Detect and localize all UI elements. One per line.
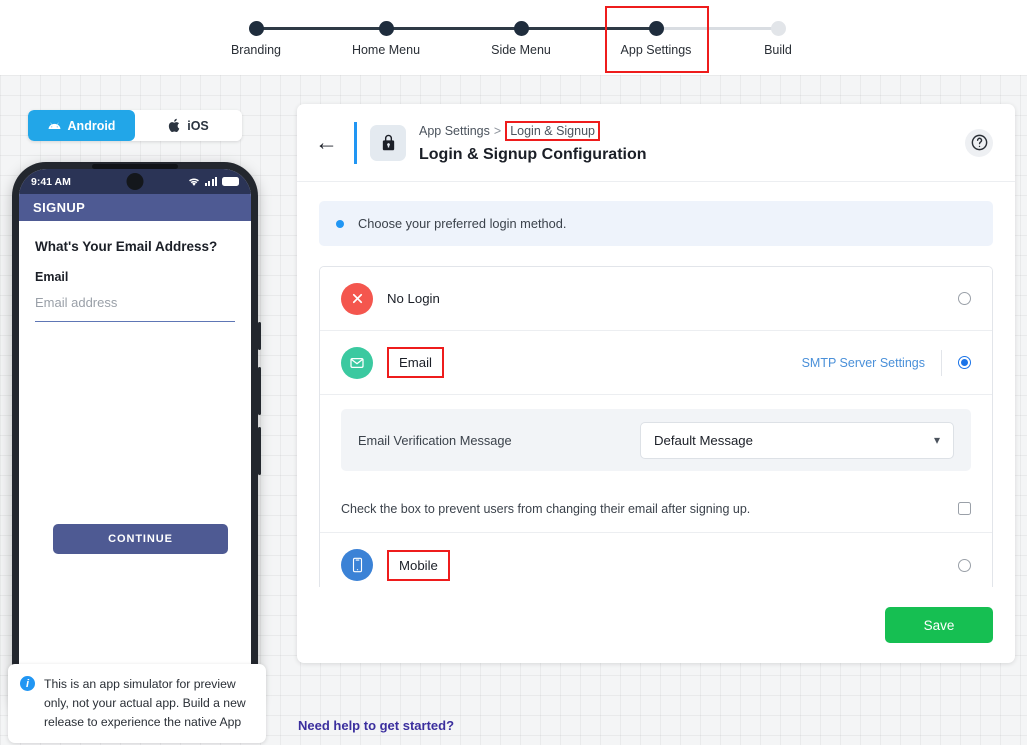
question-circle-icon: [971, 134, 987, 151]
simulator-notice: i This is an app simulator for preview o…: [8, 664, 266, 743]
header-accent-bar: [354, 121, 357, 164]
phone-camera-dot: [126, 173, 144, 190]
status-time: 9:41 AM: [31, 175, 71, 188]
tab-android-label: Android: [67, 118, 116, 133]
option-controls-no-login: [958, 292, 971, 305]
option-row-mobile[interactable]: Mobile: [320, 533, 992, 587]
info-banner-text: Choose your preferred login method.: [358, 216, 567, 231]
login-signup-config-card: ← App Settings > Login & Signup Login & …: [297, 104, 1015, 663]
wizard-stepper: Branding Home Menu Side Menu App Setting…: [0, 0, 1027, 75]
breadcrumb: App Settings > Login & Signup: [419, 121, 647, 141]
battery-icon: [222, 177, 239, 186]
mobile-phone-icon: [341, 549, 373, 581]
phone-side-button-volume-up: [258, 322, 261, 350]
option-label-email: Email: [387, 347, 444, 378]
page-title: Login & Signup Configuration: [419, 146, 647, 163]
email-settings-panel: Email Verification Message Default Messa…: [320, 395, 992, 471]
step-dot-home-menu: [378, 21, 394, 36]
option-label-mobile: Mobile: [387, 549, 450, 581]
lock-icon: [382, 134, 394, 151]
step-label-home-menu: Home Menu: [351, 43, 421, 57]
phone-mockup: 9:41 AM SIGNUP What's Your Email Address…: [12, 162, 261, 722]
step-label-build: Build: [764, 43, 792, 57]
email-verification-value: Default Message: [654, 432, 753, 448]
device-preview-panel: Android iOS 9:41 AM SIGNUP What's Your E…: [0, 75, 285, 745]
prevent-email-change-label: Check the box to prevent users from chan…: [341, 501, 751, 516]
phone-side-button-power: [258, 427, 261, 475]
option-row-no-login[interactable]: No Login: [320, 267, 992, 331]
info-banner: Choose your preferred login method.: [319, 201, 993, 246]
info-icon: i: [20, 676, 35, 691]
option-row-email[interactable]: Email SMTP Server Settings: [320, 331, 992, 395]
step-build[interactable]: Build: [713, 0, 843, 57]
step-branding[interactable]: Branding: [191, 0, 321, 57]
prevent-email-change-row[interactable]: Check the box to prevent users from chan…: [320, 485, 992, 533]
breadcrumb-parent[interactable]: App Settings: [419, 124, 490, 138]
checkbox-prevent-email-change[interactable]: [958, 502, 971, 515]
chevron-down-icon: ▾: [933, 433, 940, 447]
wifi-icon: [188, 177, 199, 186]
option-controls-email: SMTP Server Settings: [802, 349, 971, 376]
phone-screen: 9:41 AM SIGNUP What's Your Email Address…: [19, 169, 251, 714]
tab-ios[interactable]: iOS: [135, 110, 242, 141]
card-body: Choose your preferred login method. No L…: [297, 182, 1015, 587]
phone-email-label: Email: [35, 270, 69, 284]
step-label-app-settings: App Settings: [620, 43, 692, 57]
tab-ios-label: iOS: [187, 118, 209, 133]
help-button[interactable]: [965, 128, 993, 157]
save-button[interactable]: Save: [885, 607, 993, 643]
envelope-icon: [341, 346, 373, 379]
breadcrumb-separator: >: [493, 124, 502, 138]
need-help-link[interactable]: Need help to get started?: [298, 718, 454, 733]
bullet-icon: [336, 219, 344, 228]
smtp-server-settings-link[interactable]: SMTP Server Settings: [802, 356, 925, 370]
login-method-options: No Login Email SMTP Server Settings Emai…: [319, 266, 993, 587]
option-label-no-login: No Login: [387, 291, 440, 306]
spacer: [320, 471, 992, 485]
phone-app-bar: SIGNUP: [19, 194, 251, 221]
phone-app-bar-title: SIGNUP: [33, 200, 86, 215]
status-indicators: [188, 177, 239, 187]
step-label-side-menu: Side Menu: [491, 43, 551, 57]
radio-no-login[interactable]: [958, 292, 971, 305]
phone-status-bar: 9:41 AM: [19, 169, 251, 194]
header-text-block: App Settings > Login & Signup Login & Si…: [419, 121, 647, 164]
email-verification-row: Email Verification Message Default Messa…: [341, 409, 971, 471]
step-dot-app-settings: [648, 21, 664, 36]
phone-signup-form: What's Your Email Address? Email Email a…: [19, 221, 251, 322]
breadcrumb-current: Login & Signup: [505, 121, 600, 141]
android-icon: [48, 122, 60, 129]
step-dot-side-menu: [513, 21, 529, 36]
card-footer: Save: [297, 587, 1015, 663]
step-side-menu[interactable]: Side Menu: [456, 0, 586, 57]
close-circle-icon: [341, 282, 373, 315]
radio-mobile[interactable]: [958, 558, 971, 572]
card-header: ← App Settings > Login & Signup Login & …: [297, 104, 1015, 182]
phone-continue-button[interactable]: CONTINUE: [53, 524, 228, 554]
step-dot-build: [770, 21, 786, 36]
step-dot-branding: [248, 21, 264, 36]
step-label-branding: Branding: [230, 43, 282, 57]
step-home-menu[interactable]: Home Menu: [321, 0, 451, 57]
radio-email[interactable]: [958, 356, 971, 369]
back-button[interactable]: ←: [315, 131, 338, 154]
lock-icon-container: [370, 124, 406, 161]
signal-icon: [204, 177, 217, 186]
email-verification-label: Email Verification Message: [358, 432, 512, 448]
divider: [941, 349, 942, 376]
phone-email-input[interactable]: Email address: [35, 295, 235, 322]
platform-tab-group: Android iOS: [28, 110, 242, 141]
email-verification-select[interactable]: Default Message ▾: [640, 421, 954, 459]
phone-question-title: What's Your Email Address?: [35, 239, 218, 254]
option-controls-mobile: [958, 558, 971, 572]
prevent-email-change-controls: [958, 502, 971, 515]
step-app-settings[interactable]: App Settings: [591, 0, 721, 57]
apple-icon: [169, 118, 180, 133]
simulator-notice-text: This is an app simulator for preview onl…: [44, 677, 246, 729]
tab-android[interactable]: Android: [28, 110, 135, 141]
phone-side-button-volume-down: [258, 367, 261, 415]
